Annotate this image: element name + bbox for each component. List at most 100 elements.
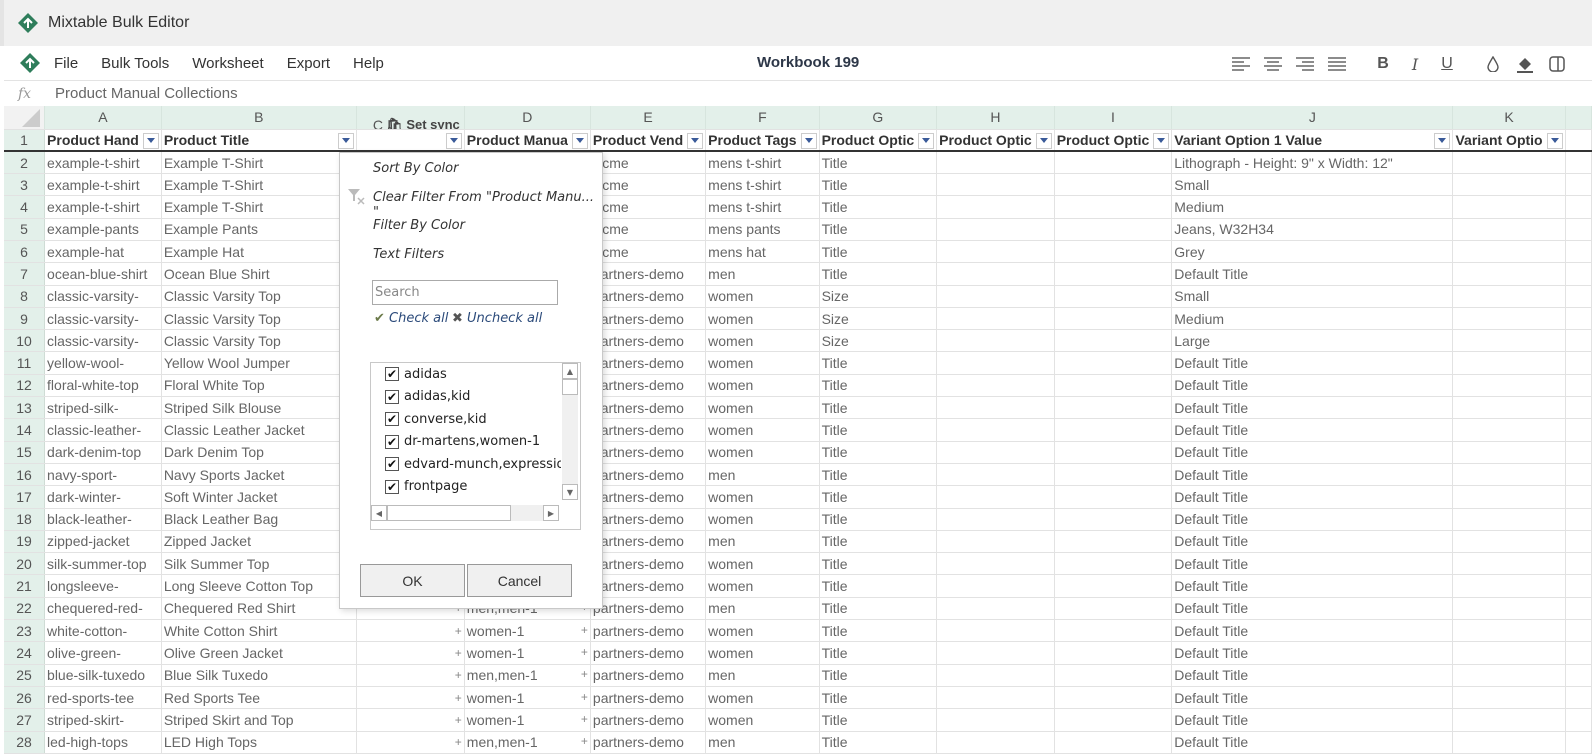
select-all-corner[interactable] (4, 106, 46, 130)
header-cell-product-option-1[interactable]: Product Optic (819, 129, 938, 153)
cell-option-3[interactable] (1054, 552, 1173, 576)
cell-variant-option-2[interactable] (1452, 530, 1566, 554)
row-number[interactable]: 16 (4, 463, 46, 487)
cell-option-1[interactable]: Title (819, 641, 938, 665)
cell-handle[interactable]: example-t-shirt (44, 173, 162, 197)
filter-dropdown-icon[interactable] (1434, 132, 1451, 149)
cell-option-3[interactable] (1054, 530, 1173, 554)
plus-icon[interactable]: + (581, 645, 588, 659)
cell-option-2[interactable] (936, 552, 1055, 576)
cell-l[interactable] (1565, 708, 1592, 732)
row-number[interactable]: 15 (4, 441, 46, 464)
cell-variant-option-2[interactable] (1452, 708, 1566, 732)
cell-l[interactable] (1565, 418, 1592, 442)
cell-option-3[interactable] (1054, 329, 1173, 353)
cell-vendor[interactable]: partners-demo (590, 485, 707, 509)
cell-manual-collections[interactable]: + women-1 (464, 641, 591, 665)
cell-variant-option-1[interactable]: Default Title (1171, 731, 1454, 754)
cell-variant-option-1[interactable]: Default Title (1171, 641, 1454, 665)
cell-title[interactable]: Floral White Top (161, 374, 357, 398)
scroll-down-icon[interactable]: ▼ (562, 484, 578, 500)
cell-tags[interactable]: women (705, 508, 820, 531)
row-number[interactable]: 25 (4, 664, 46, 687)
filter-dropdown-icon[interactable] (142, 132, 159, 149)
cell-option-3[interactable] (1054, 307, 1173, 331)
cell-option-1[interactable]: Title (819, 374, 938, 398)
cell-tags[interactable]: women (705, 619, 820, 643)
plus-icon[interactable]: + (455, 646, 462, 660)
cell-l[interactable] (1565, 641, 1592, 665)
cell-option-2[interactable] (936, 374, 1055, 398)
filter-dropdown-icon[interactable] (571, 132, 588, 149)
cell-option-3[interactable] (1054, 151, 1173, 175)
row-number[interactable]: 13 (4, 396, 46, 420)
cell-vendor[interactable]: partners-demo (590, 508, 707, 531)
cell-l[interactable] (1565, 530, 1592, 554)
cell-tags[interactable]: women (705, 396, 820, 420)
cell-handle[interactable]: led-high-tops (44, 731, 162, 754)
cell-variant-option-2[interactable] (1452, 195, 1566, 219)
col-letter-e[interactable]: E (590, 106, 707, 130)
cancel-button[interactable]: Cancel (467, 564, 572, 597)
cell-option-3[interactable] (1054, 686, 1173, 710)
cell-tags[interactable]: men (705, 262, 820, 286)
cell-vendor[interactable]: partners-demo (590, 351, 707, 375)
cell-l[interactable] (1565, 329, 1592, 353)
horizontal-scrollbar[interactable]: ◀ ▶ (371, 505, 559, 521)
cell-vendor[interactable]: partners-demo (590, 396, 707, 420)
cell-tags[interactable]: mens hat (705, 240, 820, 264)
italic-icon[interactable]: I (1404, 53, 1426, 75)
filter-dropdown-icon[interactable] (918, 132, 935, 149)
cell-variant-option-2[interactable] (1452, 641, 1566, 665)
filter-option[interactable]: ✔ edvard-munch,expressionism (371, 453, 561, 476)
cell-vendor[interactable]: Acme (590, 240, 707, 264)
filter-dropdown-icon[interactable] (337, 132, 354, 149)
cell-title[interactable]: Olive Green Jacket (161, 641, 357, 665)
cell-option-3[interactable] (1054, 418, 1173, 442)
cell-variant-option-2[interactable] (1452, 329, 1566, 353)
cell-option-3[interactable] (1054, 664, 1173, 687)
plus-icon[interactable]: + (455, 691, 462, 705)
filter-dropdown-icon[interactable] (1546, 132, 1563, 149)
filter-dropdown-icon[interactable] (445, 132, 462, 149)
cell-option-1[interactable]: Title (819, 173, 938, 197)
cell-option-3[interactable] (1054, 374, 1173, 398)
header-cell-product-option-3[interactable]: Product Optic (1054, 129, 1173, 153)
cell-option-2[interactable] (936, 418, 1055, 442)
cell-option-2[interactable] (936, 307, 1055, 331)
plus-icon[interactable]: + (455, 713, 462, 727)
cell-variant-option-2[interactable] (1452, 441, 1566, 464)
cell-option-1[interactable]: Title (819, 597, 938, 621)
cell-title[interactable]: Example T-Shirt (161, 195, 357, 219)
cell-option-1[interactable]: Size (819, 285, 938, 308)
row-number[interactable]: 24 (4, 641, 46, 665)
checkbox[interactable]: ✔ (385, 412, 399, 427)
cell-handle[interactable]: navy-sport- (44, 463, 162, 487)
cell-tags[interactable]: women (705, 552, 820, 576)
cell-variant-option-2[interactable] (1452, 574, 1566, 598)
col-letter-f[interactable]: F (705, 106, 820, 130)
plus-icon[interactable]: + (455, 668, 462, 682)
header-cell-product-option-2[interactable]: Product Optic (936, 129, 1055, 153)
cell-vendor[interactable]: partners-demo (590, 374, 707, 398)
cell-option-1[interactable]: Title (819, 151, 938, 175)
cell-title[interactable]: Red Sports Tee (161, 686, 357, 710)
checkbox[interactable]: ✔ (385, 367, 399, 382)
cell-option-1[interactable]: Title (819, 463, 938, 487)
header-cell-l[interactable] (1565, 129, 1592, 153)
menu-file[interactable]: File (54, 55, 78, 72)
cell-handle[interactable]: chequered-red- (44, 597, 162, 621)
cell-c[interactable]: + (356, 708, 465, 732)
cell-option-1[interactable]: Title (819, 351, 938, 375)
cell-vendor[interactable]: partners-demo (590, 664, 707, 687)
filter-dropdown-icon[interactable] (1035, 132, 1052, 149)
row-number[interactable]: 2 (4, 151, 46, 175)
vertical-scrollbar[interactable]: ▲ ▼ (562, 363, 578, 500)
cell-option-2[interactable] (936, 708, 1055, 732)
cell-vendor[interactable]: partners-demo (590, 731, 707, 754)
cell-variant-option-2[interactable] (1452, 485, 1566, 509)
cell-option-2[interactable] (936, 619, 1055, 643)
cell-option-1[interactable]: Size (819, 307, 938, 331)
plus-icon[interactable]: + (581, 690, 588, 704)
cell-option-2[interactable] (936, 351, 1055, 375)
